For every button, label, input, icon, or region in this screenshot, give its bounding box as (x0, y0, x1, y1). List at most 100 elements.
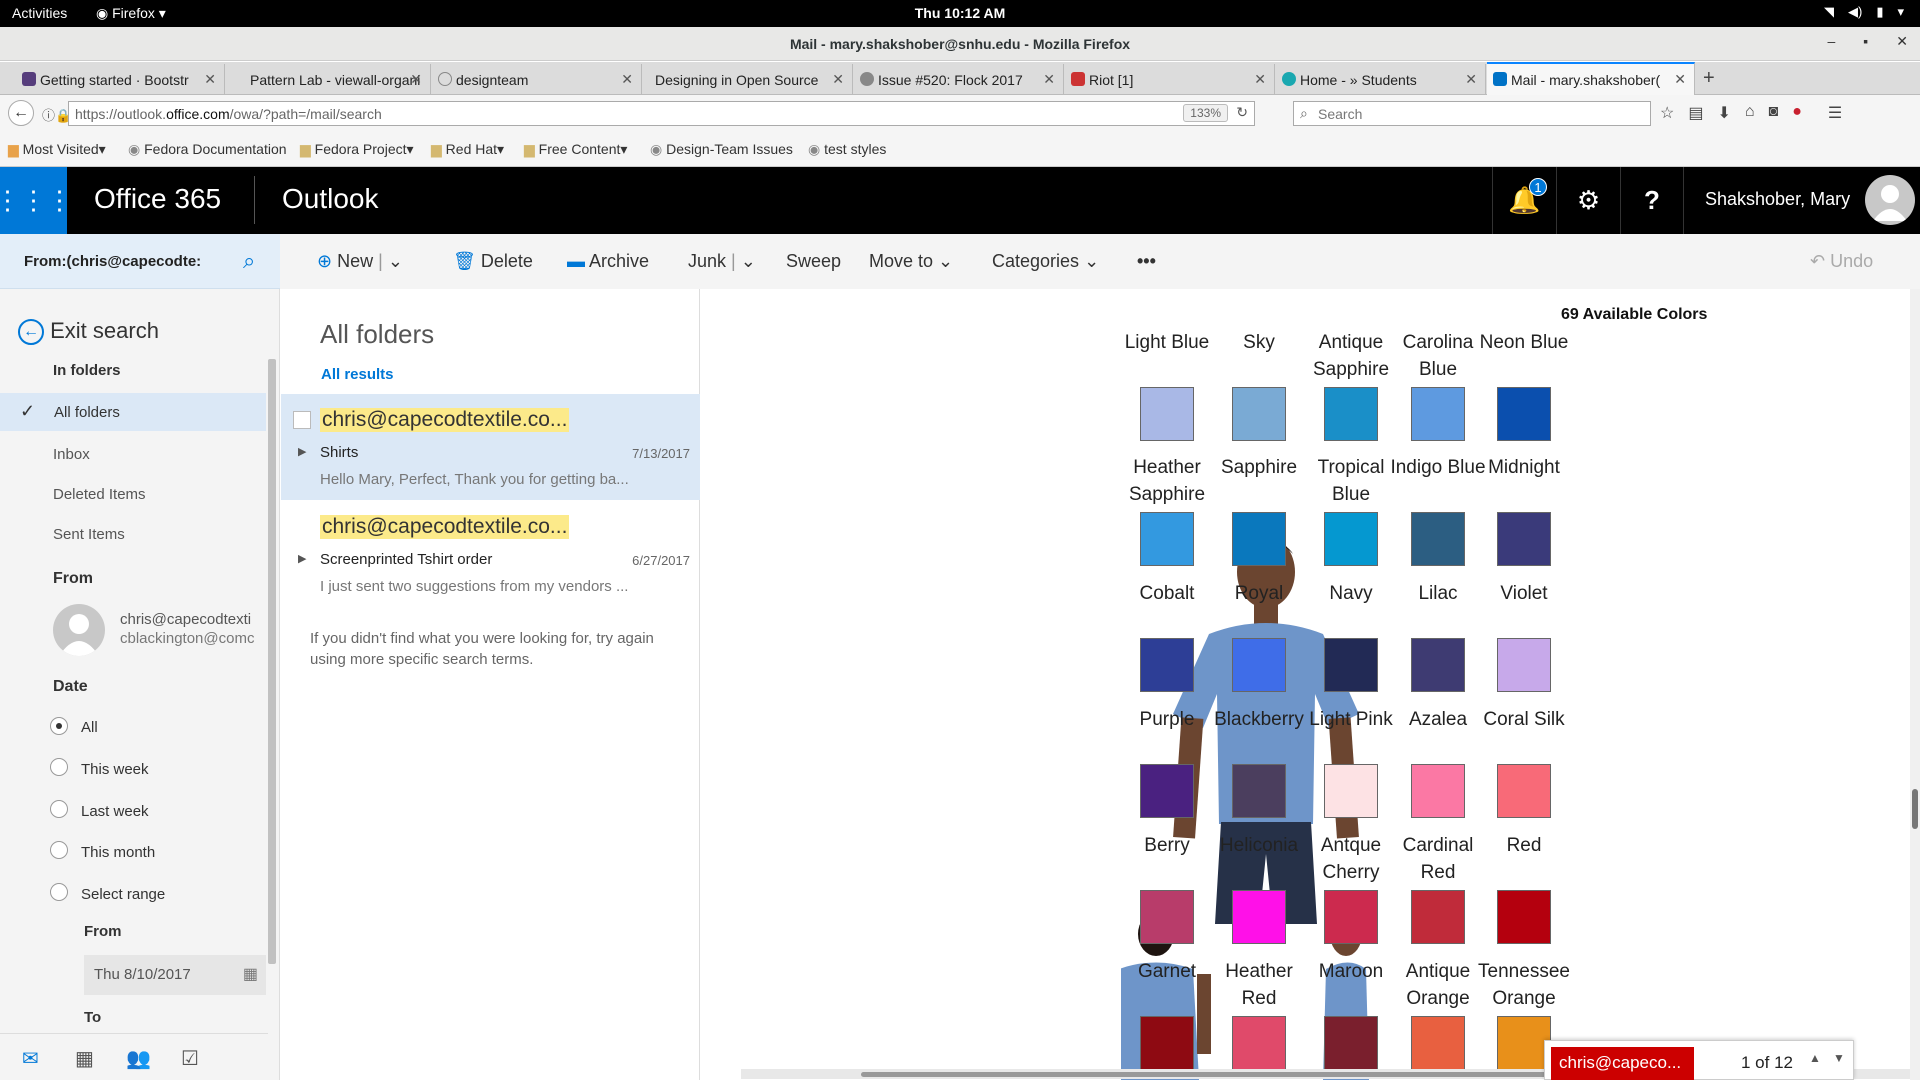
search-bar[interactable]: ⌕ Search (1293, 101, 1651, 126)
close-window-button[interactable]: ✕ (1896, 33, 1908, 50)
outlook-app-title[interactable]: Outlook (282, 183, 379, 215)
people-icon[interactable]: 👥 (126, 1046, 151, 1071)
reading-list-icon[interactable]: ▤ (1688, 103, 1703, 123)
folder-deleted-items[interactable]: Deleted Items (53, 486, 146, 503)
site-info-icon[interactable]: ⓘ🔒 (42, 105, 71, 124)
sender-filter[interactable]: chris@capecodtexti cblackington@comc (120, 611, 256, 647)
bookmark-test-styles[interactable]: ◉ test styles (808, 141, 886, 158)
message-list: All folders All results chris@capecodtex… (281, 289, 700, 1080)
list-item[interactable]: chris@capecodtextile.co... ▶ Screenprint… (281, 501, 700, 607)
new-button[interactable]: ⊕ New | ⌄ (317, 251, 403, 272)
exit-search-button[interactable]: ← Exit search (18, 318, 159, 346)
pinterest-icon[interactable]: ● (1792, 103, 1802, 123)
url-bar[interactable]: https://outlook.office.com/owa/?path=/ma… (68, 101, 1255, 126)
expand-thread-icon[interactable]: ▶ (298, 445, 306, 458)
date-radio-this-week[interactable] (50, 758, 68, 776)
chevron-down-icon[interactable]: ⌄ (741, 251, 756, 271)
clock[interactable]: Thu 10:12 AM (0, 5, 1920, 21)
search-icon[interactable]: ⌕ (243, 248, 255, 274)
close-tab-icon[interactable]: ✕ (621, 71, 633, 88)
select-checkbox[interactable] (293, 411, 311, 429)
folder-sent-items[interactable]: Sent Items (53, 526, 125, 543)
color-swatch (1497, 512, 1551, 566)
undo-button[interactable]: ↶ Undo (1810, 251, 1873, 272)
reading-pane-vertical-scrollbar[interactable] (1910, 289, 1920, 1080)
categories-button[interactable]: Categories ⌄ (992, 251, 1099, 272)
settings-button[interactable]: ⚙ (1556, 167, 1620, 234)
system-tray[interactable]: ◥ ◀) ▮ ▾ (1824, 4, 1904, 20)
list-item[interactable]: chris@capecodtextile.co... ▶ Shirts 7/13… (281, 394, 700, 500)
bookmark-fedora-docs[interactable]: ◉ Fedora Documentation (128, 141, 287, 158)
user-name[interactable]: Shakshober, Mary (1705, 189, 1850, 210)
help-button[interactable]: ? (1620, 167, 1684, 234)
bookmark-fedora-project[interactable]: ▆ Fedora Project▾ (300, 141, 414, 158)
tab-designing-open-source[interactable]: Designing in Open Source ✕ (643, 64, 853, 94)
close-tab-icon[interactable]: ✕ (410, 71, 422, 88)
left-pane-scrollbar[interactable] (268, 359, 276, 964)
calendar-icon[interactable]: ▦ (75, 1046, 94, 1071)
new-tab-button[interactable]: + (1703, 67, 1715, 90)
previous-notification-icon[interactable]: ▲ (1809, 1051, 1821, 1065)
office365-brand[interactable]: Office 365 (94, 183, 221, 215)
close-tab-icon[interactable]: ✕ (1674, 71, 1686, 88)
close-tab-icon[interactable]: ✕ (1254, 71, 1266, 88)
tab-mail[interactable]: Mail - mary.shakshober(✕ (1487, 62, 1695, 95)
close-tab-icon[interactable]: ✕ (204, 71, 216, 88)
tab-home-students[interactable]: Home - » Students ✕ (1276, 64, 1486, 94)
date-radio-select-range[interactable] (50, 883, 68, 901)
chevron-down-icon[interactable]: ⌄ (388, 251, 403, 271)
all-results-link[interactable]: All results (321, 366, 394, 383)
app-launcher-icon[interactable]: ⋮⋮⋮ (0, 167, 73, 234)
maximize-button[interactable]: ▪ (1863, 33, 1868, 50)
tab-pattern-lab[interactable]: Pattern Lab - viewall-organi ✕ (226, 64, 431, 94)
tab-riot[interactable]: Riot [1] ✕ (1065, 64, 1275, 94)
mail-search-box[interactable]: From:(chris@capecodte: ⌕ (0, 234, 280, 289)
new-mail-notification[interactable]: chris@capeco... 1 of 12 ▲ ▼ (1544, 1040, 1854, 1080)
expand-thread-icon[interactable]: ▶ (298, 552, 306, 565)
bookmark-label: Red Hat (445, 141, 498, 157)
hamburger-menu-icon[interactable]: ☰ (1828, 103, 1842, 123)
bookmark-red-hat[interactable]: ▆ Red Hat▾ (431, 141, 504, 158)
date-radio-all[interactable] (50, 717, 68, 735)
notification-sender[interactable]: chris@capeco... (1551, 1047, 1694, 1080)
close-tab-icon[interactable]: ✕ (832, 71, 844, 88)
tab-designteam[interactable]: designteam ✕ (432, 64, 642, 94)
notification-count: 1 of 12 (1741, 1053, 1793, 1072)
calendar-icon[interactable]: ▦ (243, 964, 258, 984)
range-from-date-input[interactable]: Thu 8/10/2017 ▦ (84, 955, 266, 995)
close-tab-icon[interactable]: ✕ (1465, 71, 1477, 88)
delete-button[interactable]: 🗑 Delete (453, 251, 533, 272)
pocket-icon[interactable]: ◙ (1769, 103, 1779, 123)
zoom-level[interactable]: 133% (1183, 104, 1228, 122)
bookmark-free-content[interactable]: ▆ Free Content▾ (524, 141, 627, 158)
scroll-thumb[interactable] (861, 1072, 1561, 1077)
home-icon[interactable]: ⌂ (1745, 103, 1755, 123)
back-button[interactable]: ← (8, 100, 34, 126)
bookmark-most-visited[interactable]: ▆ Most Visited▾ (8, 141, 106, 158)
bookmark-design-team-issues[interactable]: ◉ Design-Team Issues (650, 141, 793, 158)
close-tab-icon[interactable]: ✕ (1043, 71, 1055, 88)
folder-all-folders[interactable]: ✓ All folders (0, 393, 266, 431)
scroll-thumb[interactable] (1912, 789, 1918, 829)
reload-icon[interactable]: ↻ (1236, 104, 1248, 121)
folder-inbox[interactable]: Inbox (53, 446, 90, 463)
more-commands-button[interactable]: ••• (1137, 251, 1156, 272)
date-radio-this-month[interactable] (50, 841, 68, 859)
tab-issue-520[interactable]: Issue #520: Flock 2017 ✕ (854, 64, 1064, 94)
next-notification-icon[interactable]: ▼ (1833, 1051, 1845, 1065)
archive-button[interactable]: ▬ Archive (567, 251, 649, 272)
tab-bootstrap[interactable]: Getting started · Bootstr ✕ (16, 64, 225, 94)
sweep-button[interactable]: Sweep (786, 251, 841, 272)
tasks-icon[interactable]: ☑ (181, 1046, 199, 1071)
color-name-label: Purple (1139, 709, 1195, 730)
move-to-button[interactable]: Move to ⌄ (869, 251, 953, 272)
avatar[interactable] (1865, 175, 1915, 225)
minimize-button[interactable]: – (1828, 33, 1836, 50)
date-radio-last-week[interactable] (50, 800, 68, 818)
mail-icon[interactable]: ✉ (22, 1046, 39, 1071)
bookmark-star-icon[interactable]: ☆ (1660, 103, 1674, 123)
downloads-icon[interactable]: ⬇ (1717, 103, 1730, 123)
notifications-button[interactable]: 🔔 1 (1492, 167, 1556, 234)
junk-button[interactable]: Junk | ⌄ (688, 251, 756, 272)
search-query[interactable]: From:(chris@capecodte: (24, 253, 201, 270)
